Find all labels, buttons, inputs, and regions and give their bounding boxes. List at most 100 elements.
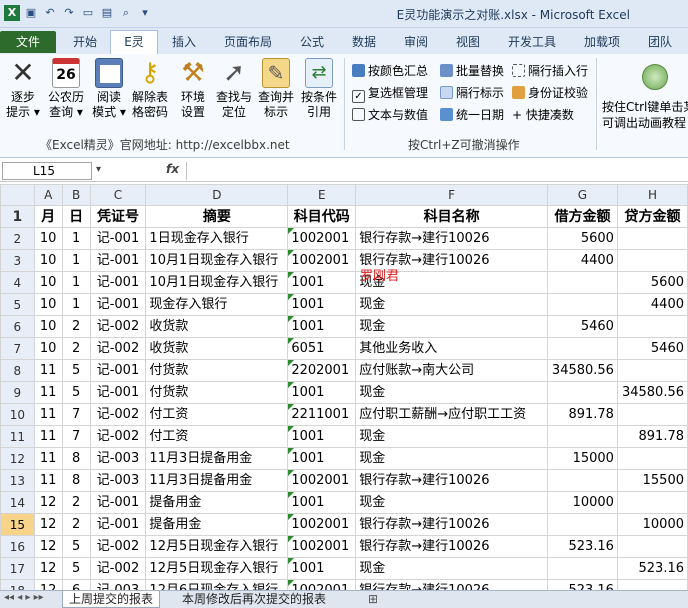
cell[interactable]: 5600 bbox=[546, 227, 618, 250]
column-header[interactable]: C bbox=[89, 184, 147, 206]
cell[interactable]: 月 bbox=[33, 205, 63, 228]
cell[interactable]: 科目代码 bbox=[287, 205, 357, 228]
reading-mode-button[interactable]: 阅读 模式 ▾ bbox=[90, 58, 128, 120]
text-number-button[interactable]: 文本与数值 bbox=[352, 106, 428, 123]
cell[interactable]: 6 bbox=[61, 579, 91, 590]
cell[interactable] bbox=[546, 425, 618, 448]
cell[interactable] bbox=[546, 293, 618, 316]
cell[interactable]: 2211001 bbox=[287, 403, 357, 426]
cell[interactable]: 7 bbox=[61, 425, 91, 448]
checkbox-manager-button[interactable]: ✓ 复选框管理 bbox=[352, 84, 428, 103]
cell[interactable] bbox=[546, 337, 618, 360]
unify-date-button[interactable]: 统一日期 bbox=[440, 106, 504, 123]
cell[interactable] bbox=[616, 315, 688, 338]
cell[interactable]: 10000 bbox=[616, 513, 688, 536]
cell[interactable]: 1001 bbox=[287, 447, 357, 470]
cell[interactable]: 1001 bbox=[287, 381, 357, 404]
cell[interactable]: 10000 bbox=[546, 491, 618, 514]
cell[interactable]: 摘要 bbox=[145, 205, 289, 228]
cell[interactable]: 1日现金存入银行 bbox=[145, 227, 289, 250]
find-locate-button[interactable]: ➚ 查找与 定位 bbox=[214, 58, 254, 120]
cell[interactable]: 1 bbox=[61, 271, 91, 294]
cell[interactable]: 银行存款→建行10026 bbox=[355, 535, 548, 558]
row-header[interactable]: 14 bbox=[0, 491, 35, 514]
cell[interactable]: 付货款 bbox=[145, 359, 289, 382]
cell[interactable]: 2 bbox=[61, 315, 91, 338]
tab-file[interactable]: 文件 bbox=[0, 31, 56, 53]
formula-input[interactable] bbox=[186, 162, 686, 180]
cell[interactable]: 记-003 bbox=[89, 447, 147, 470]
tab-insert[interactable]: 插入 bbox=[160, 31, 208, 53]
cell[interactable]: 891.78 bbox=[546, 403, 618, 426]
cell[interactable]: 记-001 bbox=[89, 293, 147, 316]
cell[interactable]: 523.16 bbox=[546, 579, 618, 590]
cell[interactable]: 12 bbox=[33, 557, 63, 580]
new-sheet-icon[interactable]: ⊞ bbox=[368, 592, 378, 606]
cell[interactable]: 5460 bbox=[546, 315, 618, 338]
unlock-sheet-button[interactable]: ⚷ 解除表 格密码 bbox=[130, 58, 170, 120]
cell[interactable]: 记-001 bbox=[89, 359, 147, 382]
cell[interactable]: 12 bbox=[33, 535, 63, 558]
cell[interactable]: 11 bbox=[33, 359, 63, 382]
cell[interactable] bbox=[546, 469, 618, 492]
cell[interactable]: 1002001 bbox=[287, 535, 357, 558]
cell[interactable]: 15500 bbox=[616, 469, 688, 492]
tab-formulas[interactable]: 公式 bbox=[288, 31, 336, 53]
cell[interactable]: 34580.56 bbox=[546, 359, 618, 382]
cell[interactable]: 10 bbox=[33, 271, 63, 294]
cell[interactable]: 1002001 bbox=[287, 579, 357, 590]
cell[interactable]: 5600 bbox=[616, 271, 688, 294]
cell[interactable]: 记-001 bbox=[89, 249, 147, 272]
cell[interactable]: 12月5日现金存入银行 bbox=[145, 557, 289, 580]
row-header[interactable]: 2 bbox=[0, 227, 35, 250]
cell[interactable]: 10 bbox=[33, 337, 63, 360]
row-header[interactable]: 10 bbox=[0, 403, 35, 426]
cell[interactable]: 借方金额 bbox=[546, 205, 618, 228]
cell[interactable]: 1 bbox=[61, 293, 91, 316]
cell[interactable]: 银行存款→建行10026 bbox=[355, 227, 548, 250]
row-header[interactable]: 18 bbox=[0, 579, 35, 590]
row-header[interactable]: 11 bbox=[0, 425, 35, 448]
fx-icon[interactable]: fx bbox=[166, 162, 179, 176]
conditional-reference-button[interactable]: ⇄ 按条件 引用 bbox=[298, 58, 340, 120]
cell[interactable]: 10 bbox=[33, 249, 63, 272]
sheet-nav-icons[interactable]: ◂◂ ◂ ▸ ▸▸ bbox=[4, 592, 44, 603]
cell[interactable]: 银行存款→建行10026 bbox=[355, 469, 548, 492]
cell[interactable]: 1002001 bbox=[287, 469, 357, 492]
row-header[interactable]: 4 bbox=[0, 271, 35, 294]
cell[interactable]: 12 bbox=[33, 579, 63, 590]
cell[interactable]: 10 bbox=[33, 315, 63, 338]
cell[interactable]: 1001 bbox=[287, 293, 357, 316]
cell[interactable] bbox=[546, 271, 618, 294]
cell[interactable]: 1 bbox=[61, 249, 91, 272]
cell[interactable]: 2 bbox=[61, 491, 91, 514]
cell[interactable]: 10 bbox=[33, 293, 63, 316]
row-header[interactable]: 8 bbox=[0, 359, 35, 382]
cell[interactable]: 11 bbox=[33, 447, 63, 470]
cell[interactable]: 银行存款→建行10026 bbox=[355, 579, 548, 590]
cell[interactable]: 11 bbox=[33, 469, 63, 492]
cell[interactable]: 付货款 bbox=[145, 381, 289, 404]
row-header[interactable]: 15 bbox=[0, 513, 35, 536]
cell[interactable]: 6051 bbox=[287, 337, 357, 360]
cell[interactable]: 日 bbox=[61, 205, 91, 228]
row-header[interactable]: 3 bbox=[0, 249, 35, 272]
tab-addins[interactable]: 加载项 bbox=[572, 31, 632, 53]
cell[interactable]: 银行存款→建行10026 bbox=[355, 513, 548, 536]
cell[interactable]: 11月3日提备用金 bbox=[145, 447, 289, 470]
sheet-tab-this-week[interactable]: 本周修改后再次提交的报表 bbox=[176, 591, 332, 608]
cell[interactable]: 收货款 bbox=[145, 337, 289, 360]
row-header[interactable]: 12 bbox=[0, 447, 35, 470]
cell[interactable]: 凭证号 bbox=[89, 205, 147, 228]
animation-icon[interactable] bbox=[642, 64, 668, 90]
cell[interactable] bbox=[616, 249, 688, 272]
cell[interactable]: 2202001 bbox=[287, 359, 357, 382]
cell[interactable]: 记-001 bbox=[89, 271, 147, 294]
cell[interactable]: 记-002 bbox=[89, 315, 147, 338]
cell[interactable]: 记-003 bbox=[89, 469, 147, 492]
cell[interactable]: 付工资 bbox=[145, 425, 289, 448]
cell[interactable]: 付工资 bbox=[145, 403, 289, 426]
row-header[interactable]: 5 bbox=[0, 293, 35, 316]
cell[interactable]: 34580.56 bbox=[616, 381, 688, 404]
sheet-tab-last-week[interactable]: 上周提交的报表 bbox=[62, 591, 161, 608]
